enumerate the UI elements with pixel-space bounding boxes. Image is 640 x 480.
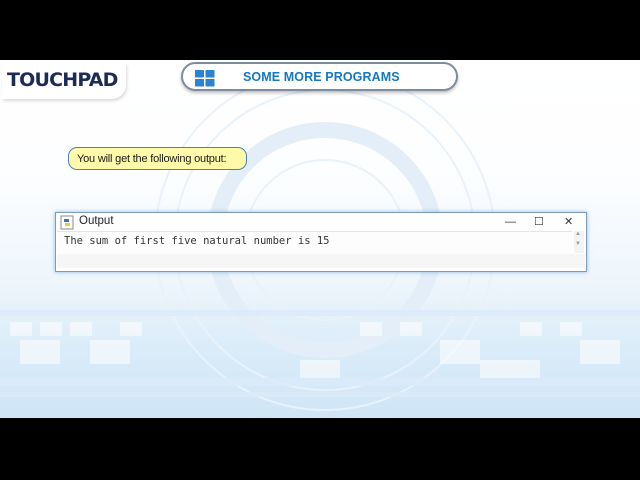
close-button[interactable]: ✕ <box>564 216 573 228</box>
section-header: SOME MORE PROGRAMS <box>181 62 458 91</box>
slide: TOUCHPAD SOME MORE PROGRAMS You will get… <box>0 60 640 418</box>
minimize-button[interactable]: — <box>505 216 516 228</box>
scroll-up-arrow-icon[interactable]: ▲ <box>575 231 581 237</box>
page-title: SOME MORE PROGRAMS <box>243 70 400 84</box>
python-icon <box>60 215 74 230</box>
callout-text: You will get the following output: <box>77 153 227 165</box>
output-callout: You will get the following output: <box>68 147 247 170</box>
maximize-button[interactable]: ☐ <box>534 216 544 228</box>
logo-wordmark: TOUCHPAD <box>7 69 118 91</box>
window-title: Output <box>79 215 114 227</box>
windows-logo-icon <box>195 70 215 87</box>
horizontal-scroll-area <box>57 254 585 268</box>
vertical-scrollbar[interactable]: ▲ ▼ <box>574 231 584 253</box>
output-window: Output — ☐ ✕ The sum of first five natur… <box>55 212 587 272</box>
scroll-down-arrow-icon[interactable]: ▼ <box>575 241 581 247</box>
touchpad-logo: TOUCHPAD <box>2 63 126 99</box>
output-line: The sum of first five natural number is … <box>64 235 330 247</box>
